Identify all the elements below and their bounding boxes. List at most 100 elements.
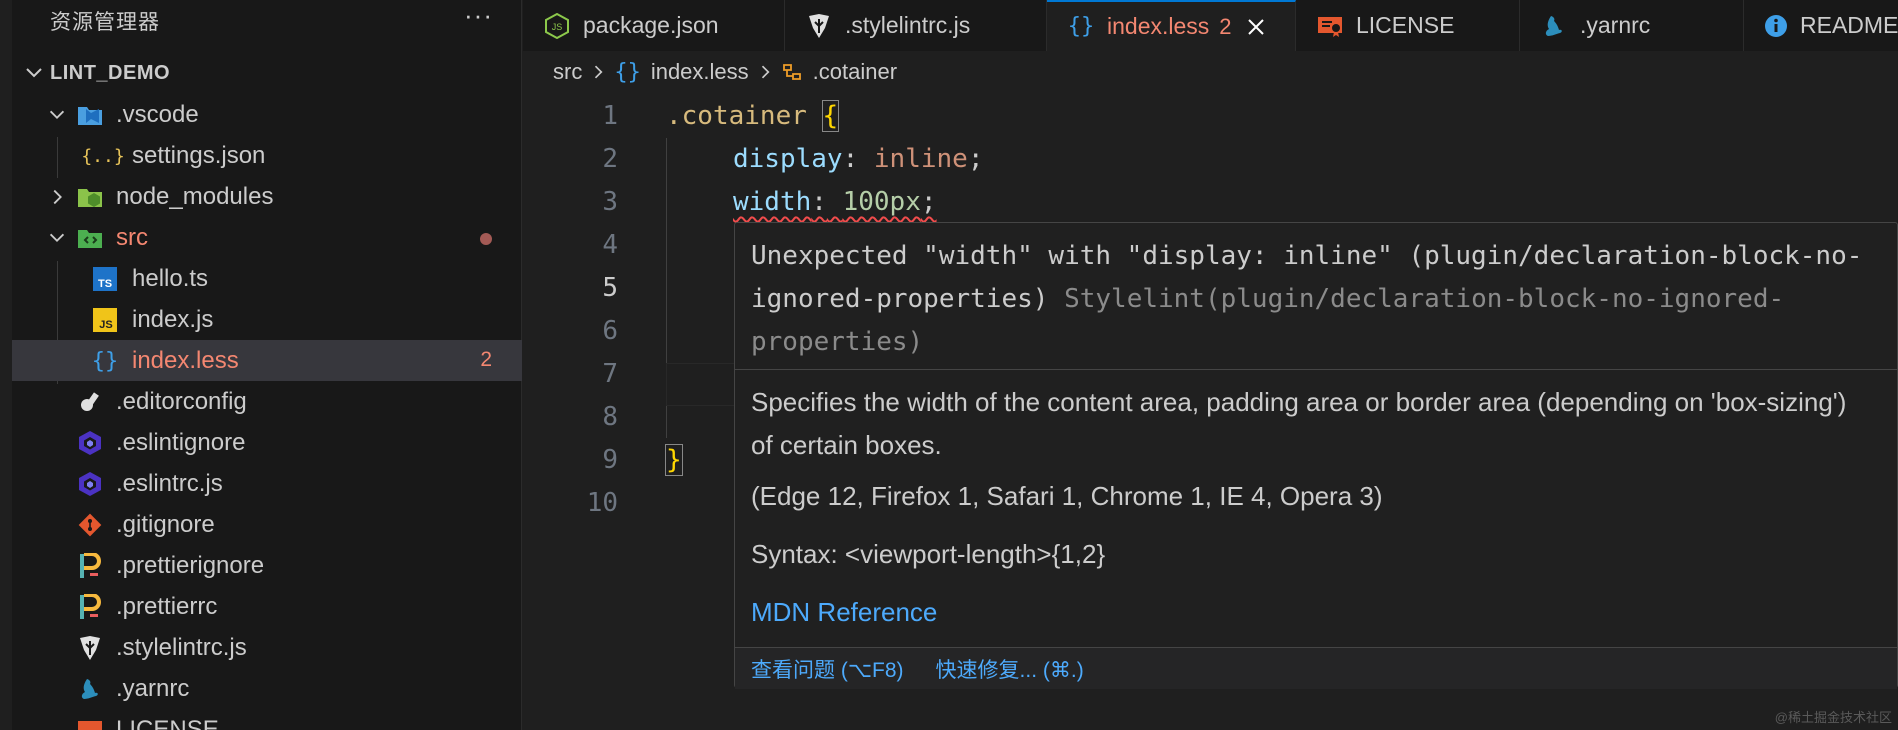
prettier-icon: [77, 553, 103, 579]
tree-item-label: src: [116, 224, 148, 251]
css-property: display: [733, 144, 843, 174]
semicolon: ;: [920, 187, 937, 217]
braces-icon: {}: [91, 348, 119, 374]
breadcrumb-item[interactable]: index.less: [651, 59, 749, 85]
tree-file-prettierrc[interactable]: .prettierrc: [12, 586, 522, 627]
colon: :: [842, 144, 859, 174]
tree-file-editorconfig[interactable]: .editorconfig: [12, 381, 522, 422]
git-icon: [77, 512, 103, 538]
tree-file-gitignore[interactable]: .gitignore: [12, 504, 522, 545]
problem-count-badge: 2: [480, 348, 492, 371]
tree-item-label: .editorconfig: [116, 388, 247, 415]
chevron-down-icon: [49, 233, 65, 243]
nodejs-icon: JS: [543, 12, 571, 40]
css-value: inline: [873, 144, 968, 174]
prettier-icon: [77, 594, 103, 620]
tree-item-label: settings.json: [132, 142, 266, 169]
code-line-1: .cotainer {: [666, 95, 840, 138]
chevron-down-icon: [49, 110, 65, 120]
tab-label: package.json: [583, 12, 719, 38]
line-number: 4: [602, 230, 618, 260]
svg-text:JS: JS: [99, 319, 112, 331]
tab-label: LICENSE: [1356, 12, 1455, 38]
property-syntax: Syntax: <viewport-length>{1,2}: [751, 539, 1106, 569]
line-number: 10: [586, 488, 618, 518]
close-brace: }: [665, 444, 683, 476]
tree-item-label: .eslintignore: [116, 429, 246, 456]
svg-text:JS: JS: [552, 22, 563, 32]
tree-file-prettierignore[interactable]: .prettierignore: [12, 545, 522, 586]
divider: [735, 369, 1897, 370]
tree-folder-node-modules[interactable]: node_modules: [12, 176, 522, 217]
lint-error-squiggle[interactable]: width: 100px;: [733, 187, 937, 217]
editor-tab-bar: JS package.json .stylelintrc.js {} index…: [523, 0, 1898, 51]
tab-package-json[interactable]: JS package.json: [523, 0, 785, 51]
tree-file-hello-ts[interactable]: TS hello.ts: [12, 258, 522, 299]
tree-file-license[interactable]: LICENSE: [12, 709, 522, 730]
tab-problem-count: 2: [1219, 13, 1232, 39]
typescript-icon: TS: [92, 266, 118, 292]
explorer-sidebar: 资源管理器 ··· LINT_DEMO .vscode {..} setting…: [0, 0, 522, 730]
tree-item-label: index.js: [132, 306, 214, 333]
license-icon: [1316, 12, 1344, 40]
error-dot-indicator: [480, 233, 492, 245]
tab-label: .stylelintrc.js: [845, 12, 971, 38]
tree-item-label: .prettierrc: [116, 593, 218, 620]
eslint-icon: [77, 471, 103, 497]
tree-file-yarnrc[interactable]: .yarnrc: [12, 668, 522, 709]
tree-file-settings-json[interactable]: {..} settings.json: [12, 135, 522, 176]
tree-file-index-js[interactable]: JS index.js: [12, 299, 522, 340]
tab-license[interactable]: LICENSE: [1296, 0, 1520, 51]
close-icon[interactable]: [1244, 15, 1268, 39]
quick-fix-link[interactable]: 快速修复... (⌘.): [936, 654, 1084, 684]
tab-stylelintrc[interactable]: .stylelintrc.js: [785, 0, 1047, 51]
tab-label: index.less: [1107, 13, 1210, 39]
tree-item-label: node_modules: [116, 183, 274, 210]
tree-file-eslintignore[interactable]: .eslintignore: [12, 422, 522, 463]
braces-icon: {}: [614, 59, 641, 85]
tree-item-label: .yarnrc: [116, 675, 190, 702]
line-number: 3: [602, 187, 618, 217]
css-value: 100px: [842, 187, 921, 217]
javascript-icon: JS: [92, 307, 118, 333]
project-header[interactable]: LINT_DEMO: [22, 58, 170, 88]
tree-folder-src[interactable]: src: [12, 217, 522, 258]
tab-label: README: [1800, 12, 1898, 38]
editorconfig-icon: [77, 389, 103, 415]
lint-hover-widget: Unexpected "width" with "display: inline…: [734, 222, 1898, 689]
tab-index-less[interactable]: {} index.less 2: [1047, 0, 1296, 51]
chevron-right-icon: [595, 65, 603, 79]
browser-compat: (Edge 12, Firefox 1, Safari 1, Chrome 1,…: [751, 481, 1383, 511]
mdn-reference-link[interactable]: MDN Reference: [751, 597, 937, 628]
tab-readme[interactable]: README: [1744, 0, 1898, 51]
lint-error-message: Unexpected "width" with "display: inline…: [751, 235, 1891, 364]
chevron-down-icon: [26, 68, 42, 78]
property-description: Specifies the width of the content area,…: [751, 387, 1847, 460]
open-brace: {: [821, 100, 840, 132]
explorer-title: 资源管理器: [50, 11, 160, 34]
info-icon: [1764, 12, 1788, 40]
eslint-icon: [77, 430, 103, 456]
line-number-current: 5: [602, 273, 618, 303]
tree-file-stylelintrc[interactable]: .stylelintrc.js: [12, 627, 522, 668]
view-problem-link[interactable]: 查看问题 (⌥F8): [751, 654, 904, 684]
line-number: 9: [602, 445, 618, 475]
css-selector: .cotainer: [666, 101, 807, 131]
tab-yarnrc[interactable]: .yarnrc: [1520, 0, 1744, 51]
stylelint-icon: [805, 12, 833, 40]
activity-bar-edge: [0, 0, 12, 730]
tree-folder-vscode[interactable]: .vscode: [12, 94, 522, 135]
tree-file-index-less[interactable]: {} index.less 2: [12, 340, 522, 381]
license-icon: [77, 717, 103, 730]
stylelint-icon: [77, 635, 103, 661]
breadcrumb-item[interactable]: src: [553, 59, 582, 85]
project-name: LINT_DEMO: [50, 61, 171, 84]
tree-file-eslintrc[interactable]: .eslintrc.js: [12, 463, 522, 504]
breadcrumb-item[interactable]: .cotainer: [813, 59, 897, 85]
line-number: 2: [602, 144, 618, 174]
more-actions-icon[interactable]: ···: [464, 0, 493, 31]
vscode-folder-icon: [77, 102, 103, 128]
svg-text:TS: TS: [98, 278, 112, 290]
tree-item-label: .stylelintrc.js: [116, 634, 247, 661]
semicolon: ;: [967, 144, 984, 174]
